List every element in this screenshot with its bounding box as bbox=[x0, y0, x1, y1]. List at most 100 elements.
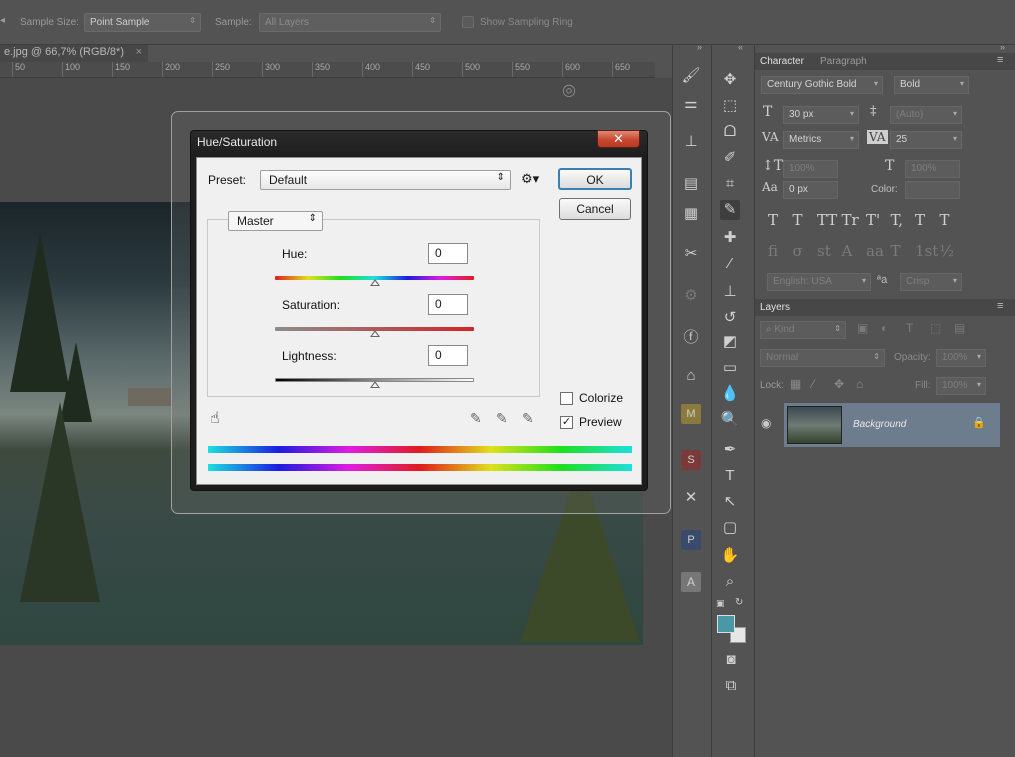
move-tool-icon[interactable]: ✥ bbox=[720, 70, 740, 90]
eyedropper-icon[interactable]: ✎ bbox=[470, 410, 482, 427]
filter-pixel-icon[interactable]: ▣ bbox=[857, 321, 868, 335]
default-colors-icon[interactable]: ▣ bbox=[716, 598, 725, 609]
show-sampling-ring-checkbox[interactable] bbox=[462, 16, 474, 28]
type-button[interactable]: aa bbox=[866, 242, 884, 260]
type-tool-icon[interactable]: T bbox=[720, 466, 740, 486]
language-select[interactable]: English: USA ▾ bbox=[767, 273, 871, 291]
opacity-field[interactable]: 100% ▾ bbox=[936, 349, 986, 367]
tab-character[interactable]: Character bbox=[760, 56, 804, 67]
kerning-select[interactable]: Metrics ▾ bbox=[783, 131, 859, 149]
antialias-select[interactable]: Crisp ▾ bbox=[900, 273, 962, 291]
character-styles-icon[interactable]: A bbox=[681, 572, 701, 592]
dodge-tool-icon[interactable]: 🔍 bbox=[720, 410, 740, 430]
plugin-p-icon[interactable]: P bbox=[681, 530, 701, 550]
properties-icon[interactable]: ▦ bbox=[681, 204, 701, 224]
filter-shape-icon[interactable]: ⬚ bbox=[930, 321, 941, 335]
marquee-tool-icon[interactable]: ⬚ bbox=[720, 96, 740, 116]
brush-tool-icon[interactable]: ⁄ bbox=[720, 254, 740, 274]
quick-selection-icon[interactable]: ✐ bbox=[720, 148, 740, 168]
clone-source-icon[interactable]: ⊥ bbox=[681, 132, 701, 152]
gear-icon[interactable]: ⚙▾ bbox=[521, 171, 539, 187]
lightness-slider-thumb[interactable] bbox=[369, 381, 380, 388]
foreground-color-swatch[interactable] bbox=[717, 615, 735, 633]
path-selection-icon[interactable]: ↖ bbox=[720, 492, 740, 512]
type-button[interactable]: T bbox=[768, 211, 778, 229]
tracking-field[interactable]: 25 ▾ bbox=[890, 131, 962, 149]
history-brush-icon[interactable]: ↺ bbox=[720, 308, 740, 328]
targeted-adjustment-hand-icon[interactable]: ☝ bbox=[210, 408, 220, 428]
font-style-select[interactable]: Bold ▾ bbox=[894, 76, 969, 94]
ok-button[interactable]: OK bbox=[558, 168, 632, 190]
lock-transparent-icon[interactable]: ▦ bbox=[790, 377, 801, 391]
filter-adjustment-icon[interactable]: ◐ bbox=[881, 321, 888, 335]
type-button[interactable]: st bbox=[817, 242, 831, 260]
type-button[interactable]: T bbox=[940, 211, 950, 229]
document-tab[interactable]: e.jpg @ 66,7% (RGB/8*) × bbox=[0, 45, 148, 62]
collapse-left-icon[interactable]: « bbox=[738, 42, 743, 52]
layer-row-background[interactable]: Background 🔒 bbox=[784, 403, 1000, 447]
eye-icon[interactable]: ◉ bbox=[761, 416, 771, 430]
tab-layers[interactable]: Layers bbox=[760, 302, 790, 313]
vertical-scale-field[interactable]: 100% bbox=[783, 160, 838, 178]
type-button[interactable]: ½ bbox=[940, 242, 955, 260]
colorize-checkbox[interactable] bbox=[560, 392, 573, 405]
horizontal-scale-field[interactable]: 100% bbox=[905, 160, 960, 178]
adjustments-icon[interactable]: ⚌ bbox=[681, 94, 701, 114]
type-button[interactable]: T bbox=[915, 211, 925, 229]
fill-field[interactable]: 100% ▾ bbox=[936, 377, 986, 395]
script-icon[interactable]: ⓕ bbox=[681, 328, 701, 348]
hue-slider-thumb[interactable] bbox=[369, 279, 380, 286]
tools-icon[interactable]: ✂ bbox=[681, 244, 701, 264]
sample-size-select[interactable]: Point Sample ⇕ bbox=[84, 13, 201, 32]
type-button[interactable]: T, bbox=[891, 211, 904, 229]
blend-mode-select[interactable]: Normal ⇕ bbox=[760, 349, 885, 367]
zoom-tool-icon[interactable]: ⌕ bbox=[720, 572, 740, 592]
healing-brush-icon[interactable]: ✚ bbox=[720, 228, 740, 248]
panel-menu-icon[interactable]: ≡ bbox=[997, 300, 1003, 312]
eyedropper-plus-icon[interactable]: ✎ bbox=[496, 410, 508, 427]
type-button[interactable]: fi bbox=[768, 242, 778, 260]
tab-paragraph[interactable]: Paragraph bbox=[820, 56, 867, 67]
lock-position-icon[interactable]: ✥ bbox=[834, 377, 844, 391]
baseline-shift-field[interactable]: 0 px bbox=[783, 181, 838, 199]
font-size-field[interactable]: 30 px ▾ bbox=[783, 106, 859, 124]
channel-select[interactable]: Master ⇕ bbox=[228, 211, 323, 231]
type-button[interactable]: A bbox=[842, 242, 853, 260]
quick-mask-icon[interactable]: ◙ bbox=[721, 650, 741, 670]
type-button[interactable]: T' bbox=[866, 211, 880, 229]
type-button[interactable]: σ bbox=[793, 242, 803, 260]
stamp-tool-icon[interactable]: ⊥ bbox=[720, 282, 740, 302]
swap-colors-icon[interactable]: ↻ bbox=[735, 597, 743, 608]
type-button[interactable]: T bbox=[891, 242, 901, 260]
cancel-button[interactable]: Cancel bbox=[559, 198, 631, 220]
layer-filter-select[interactable]: ⌕ Kind ⇕ bbox=[760, 321, 846, 339]
screen-mode-icon[interactable]: ⧉ bbox=[721, 676, 741, 696]
plugin-m-icon[interactable]: M bbox=[681, 404, 701, 424]
type-button[interactable]: 1st bbox=[915, 242, 938, 260]
collapse-right-icon[interactable]: » bbox=[1000, 42, 1005, 52]
type-button[interactable]: T bbox=[793, 211, 803, 229]
hue-input[interactable]: 0 bbox=[428, 243, 468, 264]
panel-menu-icon[interactable]: ≡ bbox=[997, 54, 1003, 66]
close-tab-icon[interactable]: × bbox=[136, 46, 142, 58]
eyedropper-minus-icon[interactable]: ✎ bbox=[522, 410, 534, 427]
crop-tool-icon[interactable]: ⌗ bbox=[720, 174, 740, 194]
saturation-slider-thumb[interactable] bbox=[369, 330, 380, 337]
saturation-input[interactable]: 0 bbox=[428, 294, 468, 315]
blur-tool-icon[interactable]: 💧 bbox=[720, 384, 740, 404]
filter-type-icon[interactable]: T bbox=[906, 321, 913, 335]
text-color-swatch[interactable] bbox=[905, 181, 960, 199]
lock-image-icon[interactable]: ⁄ bbox=[812, 377, 814, 391]
tools-cross-icon[interactable]: ✕ bbox=[681, 488, 701, 508]
eyedropper-tool-icon[interactable]: ✎ bbox=[720, 200, 740, 220]
pen-tool-icon[interactable]: ✒ bbox=[720, 440, 740, 460]
type-button[interactable]: Tr bbox=[842, 211, 859, 229]
hand-tool-icon[interactable]: ✋ bbox=[720, 546, 740, 566]
styles-icon[interactable]: ⚙ bbox=[681, 286, 701, 306]
history-icon[interactable]: ▤ bbox=[681, 174, 701, 194]
brush-presets-icon[interactable]: 🖌 bbox=[681, 66, 701, 86]
lasso-tool-icon[interactable]: ᗝ bbox=[720, 122, 740, 142]
horizontal-ruler[interactable]: 5010015020025030035040045050055060065070… bbox=[0, 62, 655, 78]
shape-tool-icon[interactable]: ▢ bbox=[720, 518, 740, 538]
lock-all-icon[interactable]: ⌂ bbox=[856, 377, 863, 391]
